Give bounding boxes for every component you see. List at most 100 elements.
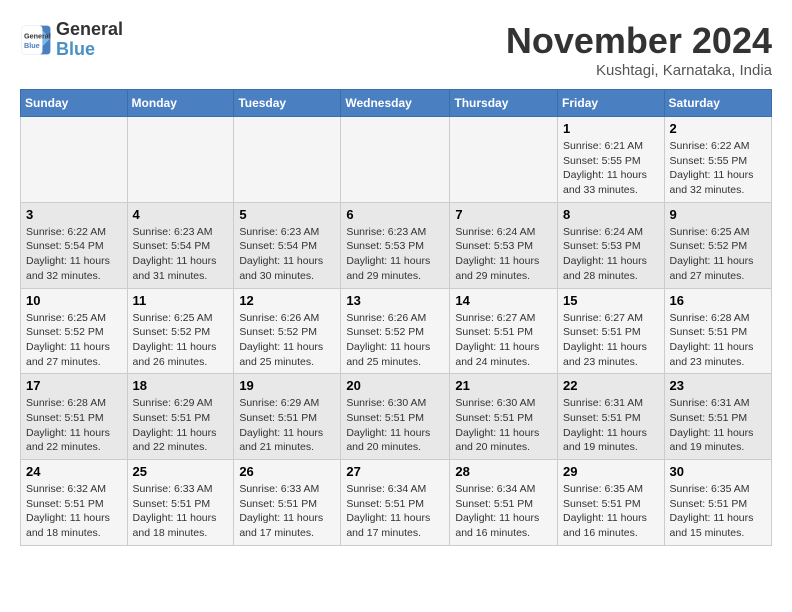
- calendar-week-row: 10 Sunrise: 6:25 AM Sunset: 5:52 PM Dayli…: [21, 288, 772, 374]
- day-number: 27: [346, 464, 444, 479]
- logo-line1: General: [56, 20, 123, 40]
- calendar-cell: [127, 117, 234, 203]
- day-info: Sunrise: 6:28 AM Sunset: 5:51 PM Dayligh…: [670, 311, 766, 370]
- header: General Blue General Blue November 2024 …: [20, 20, 772, 79]
- day-info: Sunrise: 6:24 AM Sunset: 5:53 PM Dayligh…: [455, 225, 552, 284]
- weekday-header-thursday: Thursday: [450, 90, 558, 117]
- calendar-cell: [21, 117, 128, 203]
- calendar-cell: 1 Sunrise: 6:21 AM Sunset: 5:55 PM Daylig…: [558, 117, 665, 203]
- calendar-cell: 18Sunrise: 6:29 AM Sunset: 5:51 PM Dayli…: [127, 374, 234, 460]
- day-info: Sunrise: 6:24 AM Sunset: 5:53 PM Dayligh…: [563, 225, 659, 284]
- day-number: 15: [563, 293, 659, 308]
- day-number: 6: [346, 207, 444, 222]
- day-info: Sunrise: 6:30 AM Sunset: 5:51 PM Dayligh…: [455, 396, 552, 455]
- day-info: Sunrise: 6:35 AM Sunset: 5:51 PM Dayligh…: [563, 482, 659, 541]
- weekday-header-saturday: Saturday: [664, 90, 771, 117]
- day-number: 4: [133, 207, 229, 222]
- calendar-cell: 30Sunrise: 6:35 AM Sunset: 5:51 PM Dayli…: [664, 460, 771, 546]
- day-info: Sunrise: 6:23 AM Sunset: 5:53 PM Dayligh…: [346, 225, 444, 284]
- day-number: 11: [133, 293, 229, 308]
- day-info: Sunrise: 6:22 AM Sunset: 5:55 PM Dayligh…: [670, 139, 766, 198]
- day-info: Sunrise: 6:27 AM Sunset: 5:51 PM Dayligh…: [455, 311, 552, 370]
- weekday-header-wednesday: Wednesday: [341, 90, 450, 117]
- month-title: November 2024: [506, 20, 772, 62]
- day-number: 2: [670, 121, 766, 136]
- calendar-cell: 27 Sunrise: 6:34 AM Sunset: 5:51 PM Dayli…: [341, 460, 450, 546]
- day-info: Sunrise: 6:26 AM Sunset: 5:52 PM Dayligh…: [346, 311, 444, 370]
- day-number: 14: [455, 293, 552, 308]
- calendar-week-row: 3Sunrise: 6:22 AM Sunset: 5:54 PM Daylig…: [21, 202, 772, 288]
- weekday-header-row: SundayMondayTuesdayWednesdayThursdayFrid…: [21, 90, 772, 117]
- day-number: 22: [563, 378, 659, 393]
- calendar-cell: [450, 117, 558, 203]
- calendar-cell: 19Sunrise: 6:29 AM Sunset: 5:51 PM Dayli…: [234, 374, 341, 460]
- day-info: Sunrise: 6:31 AM Sunset: 5:51 PM Dayligh…: [670, 396, 766, 455]
- day-info: Sunrise: 6:29 AM Sunset: 5:51 PM Dayligh…: [133, 396, 229, 455]
- day-number: 25: [133, 464, 229, 479]
- day-number: 21: [455, 378, 552, 393]
- day-info: Sunrise: 6:26 AM Sunset: 5:52 PM Dayligh…: [239, 311, 335, 370]
- day-number: 29: [563, 464, 659, 479]
- calendar-cell: 16 Sunrise: 6:28 AM Sunset: 5:51 PM Dayli…: [664, 288, 771, 374]
- day-info: Sunrise: 6:21 AM Sunset: 5:55 PM Dayligh…: [563, 139, 659, 198]
- day-info: Sunrise: 6:23 AM Sunset: 5:54 PM Dayligh…: [133, 225, 229, 284]
- day-info: Sunrise: 6:34 AM Sunset: 5:51 PM Dayligh…: [455, 482, 552, 541]
- calendar-cell: 24Sunrise: 6:32 AM Sunset: 5:51 PM Dayli…: [21, 460, 128, 546]
- day-info: Sunrise: 6:25 AM Sunset: 5:52 PM Dayligh…: [670, 225, 766, 284]
- calendar-cell: 6 Sunrise: 6:23 AM Sunset: 5:53 PM Daylig…: [341, 202, 450, 288]
- calendar-cell: 10 Sunrise: 6:25 AM Sunset: 5:52 PM Dayli…: [21, 288, 128, 374]
- weekday-header-tuesday: Tuesday: [234, 90, 341, 117]
- calendar-cell: 25 Sunrise: 6:33 AM Sunset: 5:51 PM Dayli…: [127, 460, 234, 546]
- day-info: Sunrise: 6:25 AM Sunset: 5:52 PM Dayligh…: [26, 311, 122, 370]
- day-number: 26: [239, 464, 335, 479]
- calendar-cell: 12 Sunrise: 6:26 AM Sunset: 5:52 PM Dayli…: [234, 288, 341, 374]
- day-info: Sunrise: 6:33 AM Sunset: 5:51 PM Dayligh…: [133, 482, 229, 541]
- day-info: Sunrise: 6:28 AM Sunset: 5:51 PM Dayligh…: [26, 396, 122, 455]
- day-info: Sunrise: 6:23 AM Sunset: 5:54 PM Dayligh…: [239, 225, 335, 284]
- day-info: Sunrise: 6:25 AM Sunset: 5:52 PM Dayligh…: [133, 311, 229, 370]
- calendar-cell: 13Sunrise: 6:26 AM Sunset: 5:52 PM Dayli…: [341, 288, 450, 374]
- day-number: 28: [455, 464, 552, 479]
- calendar-week-row: 24Sunrise: 6:32 AM Sunset: 5:51 PM Dayli…: [21, 460, 772, 546]
- day-number: 9: [670, 207, 766, 222]
- day-number: 16: [670, 293, 766, 308]
- day-info: Sunrise: 6:29 AM Sunset: 5:51 PM Dayligh…: [239, 396, 335, 455]
- calendar-cell: 8 Sunrise: 6:24 AM Sunset: 5:53 PM Daylig…: [558, 202, 665, 288]
- day-info: Sunrise: 6:32 AM Sunset: 5:51 PM Dayligh…: [26, 482, 122, 541]
- day-number: 1: [563, 121, 659, 136]
- logo: General Blue General Blue: [20, 20, 123, 60]
- calendar-cell: 5 Sunrise: 6:23 AM Sunset: 5:54 PM Daylig…: [234, 202, 341, 288]
- calendar-table: SundayMondayTuesdayWednesdayThursdayFrid…: [20, 89, 772, 546]
- weekday-header-monday: Monday: [127, 90, 234, 117]
- day-number: 12: [239, 293, 335, 308]
- day-info: Sunrise: 6:35 AM Sunset: 5:51 PM Dayligh…: [670, 482, 766, 541]
- title-block: November 2024 Kushtagi, Karnataka, India: [506, 20, 772, 79]
- calendar-cell: 15Sunrise: 6:27 AM Sunset: 5:51 PM Dayli…: [558, 288, 665, 374]
- svg-text:General: General: [24, 31, 51, 40]
- calendar-cell: 3Sunrise: 6:22 AM Sunset: 5:54 PM Daylig…: [21, 202, 128, 288]
- day-number: 3: [26, 207, 122, 222]
- weekday-header-sunday: Sunday: [21, 90, 128, 117]
- calendar-cell: 29 Sunrise: 6:35 AM Sunset: 5:51 PM Dayli…: [558, 460, 665, 546]
- calendar-cell: 23 Sunrise: 6:31 AM Sunset: 5:51 PM Dayli…: [664, 374, 771, 460]
- calendar-week-row: 17Sunrise: 6:28 AM Sunset: 5:51 PM Dayli…: [21, 374, 772, 460]
- calendar-cell: 4 Sunrise: 6:23 AM Sunset: 5:54 PM Daylig…: [127, 202, 234, 288]
- day-number: 20: [346, 378, 444, 393]
- svg-text:Blue: Blue: [24, 41, 40, 50]
- day-info: Sunrise: 6:34 AM Sunset: 5:51 PM Dayligh…: [346, 482, 444, 541]
- calendar-cell: 7 Sunrise: 6:24 AM Sunset: 5:53 PM Daylig…: [450, 202, 558, 288]
- day-number: 7: [455, 207, 552, 222]
- day-info: Sunrise: 6:33 AM Sunset: 5:51 PM Dayligh…: [239, 482, 335, 541]
- calendar-cell: 26 Sunrise: 6:33 AM Sunset: 5:51 PM Dayli…: [234, 460, 341, 546]
- day-number: 23: [670, 378, 766, 393]
- calendar-cell: 20 Sunrise: 6:30 AM Sunset: 5:51 PM Dayli…: [341, 374, 450, 460]
- calendar-cell: 14 Sunrise: 6:27 AM Sunset: 5:51 PM Dayli…: [450, 288, 558, 374]
- day-number: 10: [26, 293, 122, 308]
- day-info: Sunrise: 6:30 AM Sunset: 5:51 PM Dayligh…: [346, 396, 444, 455]
- day-number: 8: [563, 207, 659, 222]
- day-number: 5: [239, 207, 335, 222]
- logo-text: General Blue: [56, 20, 123, 60]
- calendar-cell: [234, 117, 341, 203]
- logo-line2: Blue: [56, 39, 95, 59]
- calendar-cell: 11 Sunrise: 6:25 AM Sunset: 5:52 PM Dayli…: [127, 288, 234, 374]
